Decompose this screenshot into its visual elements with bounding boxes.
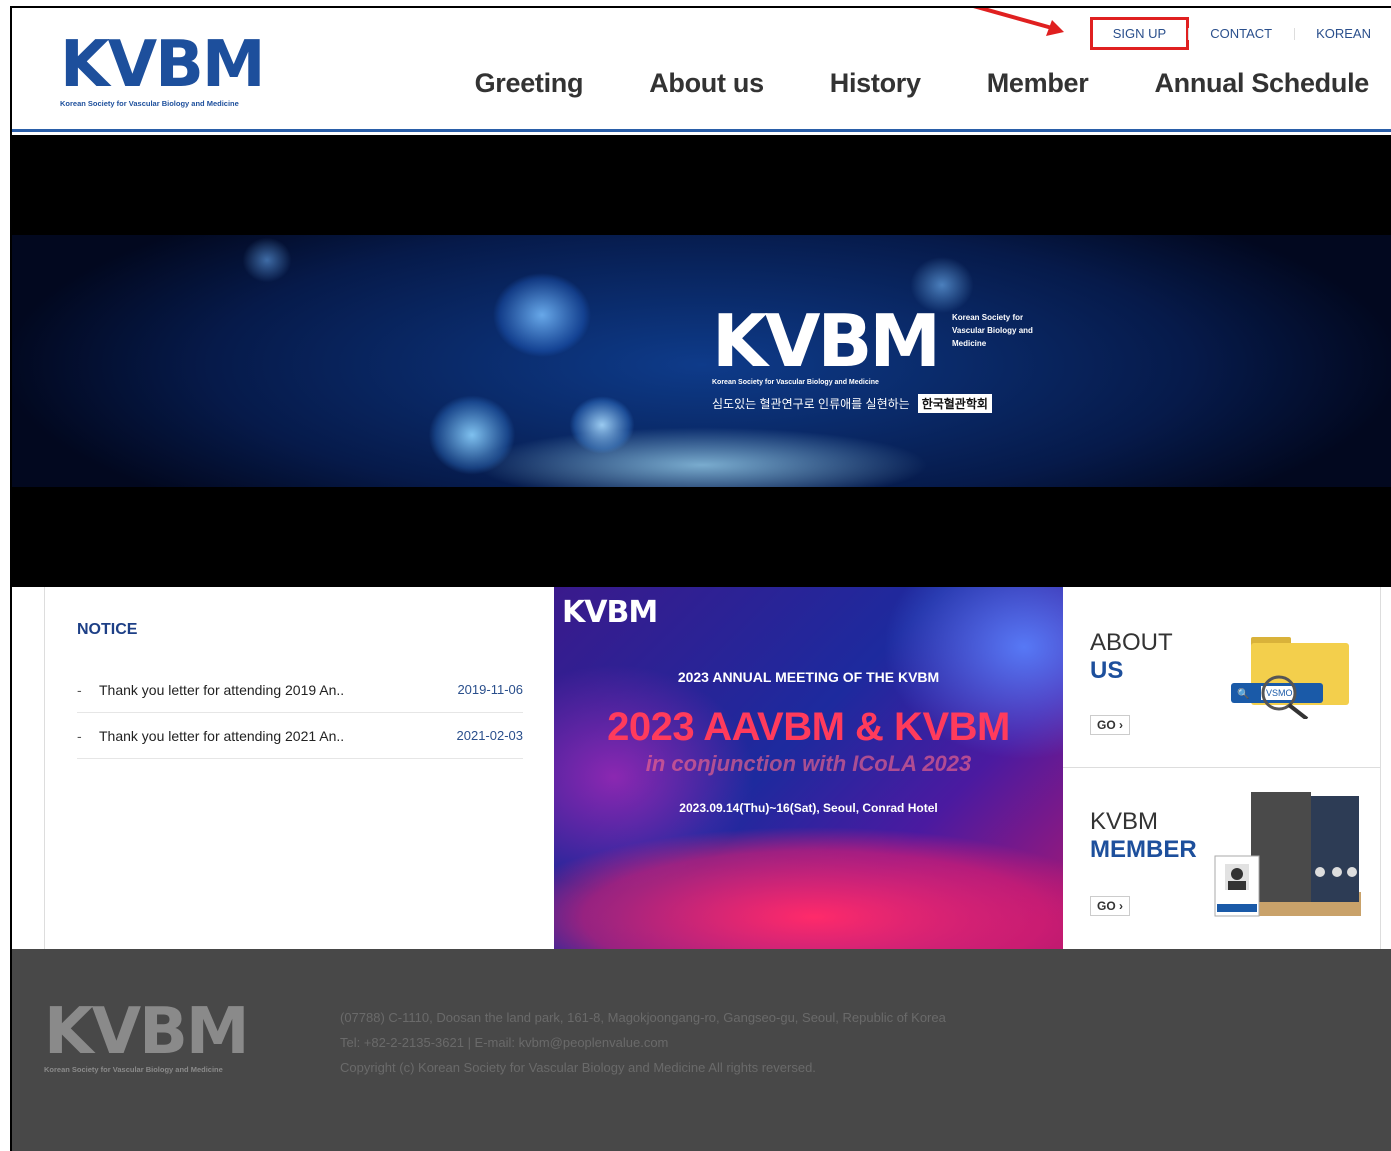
svg-text:🔍: 🔍 <box>1237 687 1249 700</box>
main-content: NOTICE - Thank you letter for attending … <box>12 587 1391 949</box>
annual-meeting-banner[interactable]: KVBM 2023 ANNUAL MEETING OF THE KVBM 202… <box>554 587 1063 949</box>
nav-about-us[interactable]: About us <box>649 68 764 99</box>
promo-headline: 2023 AAVBM & KVBM <box>607 705 1010 749</box>
member-line2: MEMBER <box>1090 836 1197 863</box>
hero-image: KVBM Korean Society for Vascular Biology… <box>12 235 1391 487</box>
folder-magnifier-icon: 🔍 VSMO <box>1231 637 1349 719</box>
hero-korean-name: 한국혈관학회 <box>917 394 992 413</box>
hero-banner: KVBM Korean Society for Vascular Biology… <box>12 135 1391 587</box>
hero-logo-tagline: Korean Society for Vascular Biology and … <box>712 379 879 386</box>
nav-history[interactable]: History <box>830 68 921 99</box>
notice-list: - Thank you letter for attending 2019 An… <box>77 667 523 759</box>
hero-side-text: Korean Society for Vascular Biology and … <box>952 313 1033 348</box>
member-line1: KVBM <box>1090 808 1159 835</box>
notice-item[interactable]: - Thank you letter for attending 2019 An… <box>77 667 523 713</box>
site-footer: KVBM Korean Society for Vascular Biology… <box>12 949 1391 1151</box>
about-us-line1: ABOUT <box>1090 629 1173 656</box>
hero-slogan: 심도있는 혈관연구로 인류애를 실현하는 한국혈관학회 <box>712 394 1042 413</box>
notice-title[interactable]: NOTICE <box>77 621 137 639</box>
promo-logo: KVBM <box>562 595 658 630</box>
browser-viewport: KVBM Korean Society for Vascular Biology… <box>10 6 1391 1151</box>
notice-panel: NOTICE - Thank you letter for attending … <box>44 587 554 949</box>
korean-link[interactable]: KOREAN <box>1294 26 1391 41</box>
site-logo[interactable]: KVBM Korean Society for Vascular Biology… <box>60 32 275 114</box>
folder-label: VSMO <box>1266 688 1293 698</box>
notice-item[interactable]: - Thank you letter for attending 2021 An… <box>77 713 523 759</box>
bullet-dash: - <box>77 681 82 698</box>
annotation-arrow-icon <box>973 8 1064 36</box>
promo-date: 2023.09.14(Thu)~16(Sat), Seoul, Conrad H… <box>679 801 938 815</box>
nav-member[interactable]: Member <box>987 68 1089 99</box>
notice-item-date: 2021-02-03 <box>456 728 524 743</box>
utility-nav: SIGN UP CONTACT KOREAN <box>1089 16 1391 50</box>
contact-link[interactable]: CONTACT <box>1188 26 1294 41</box>
main-nav: Greeting About us History Member Annual … <box>409 68 1370 99</box>
about-us-line2: US <box>1090 657 1124 684</box>
site-header: KVBM Korean Society for Vascular Biology… <box>12 8 1391 132</box>
member-box: KVBM MEMBER GO › <box>1063 768 1381 949</box>
nav-annual-schedule[interactable]: Annual Schedule <box>1154 68 1369 99</box>
footer-logo-mark: KVBM <box>44 995 250 1069</box>
footer-contact: Tel: +82-2-2135-3621 | E-mail: kvbm@peop… <box>340 1035 669 1050</box>
nav-greeting[interactable]: Greeting <box>475 68 584 99</box>
footer-logo: KVBM Korean Society for Vascular Biology… <box>44 999 274 1074</box>
hero-logo: KVBM Korean Society for Vascular Biology… <box>712 305 1042 413</box>
about-us-box: ABOUT US GO › 🔍 VSMO <box>1063 587 1381 768</box>
member-go-button[interactable]: GO › <box>1090 896 1130 916</box>
promo-subtitle: 2023 ANNUAL MEETING OF THE KVBM <box>677 669 940 685</box>
bullet-dash: - <box>77 727 82 744</box>
footer-copyright: Copyright (c) Korean Society for Vascula… <box>340 1060 816 1075</box>
notice-item-date: 2019-11-06 <box>457 682 523 697</box>
notice-item-title[interactable]: Thank you letter for attending 2019 An.. <box>99 682 457 698</box>
binder-box-icon <box>1214 792 1361 917</box>
sign-up-link[interactable]: SIGN UP <box>1089 16 1190 50</box>
logo-mark: KVBM <box>60 28 266 102</box>
hero-slogan-text: 심도있는 혈관연구로 인류애를 실현하는 <box>712 397 910 411</box>
footer-info: (07788) C-1110, Doosan the land park, 16… <box>340 1005 946 1080</box>
footer-address: (07788) C-1110, Doosan the land park, 16… <box>340 1010 946 1025</box>
about-go-button[interactable]: GO › <box>1090 715 1130 735</box>
promo-conjunction: in conjunction with ICoLA 2023 <box>645 751 972 776</box>
notice-item-title[interactable]: Thank you letter for attending 2021 An.. <box>99 728 457 744</box>
